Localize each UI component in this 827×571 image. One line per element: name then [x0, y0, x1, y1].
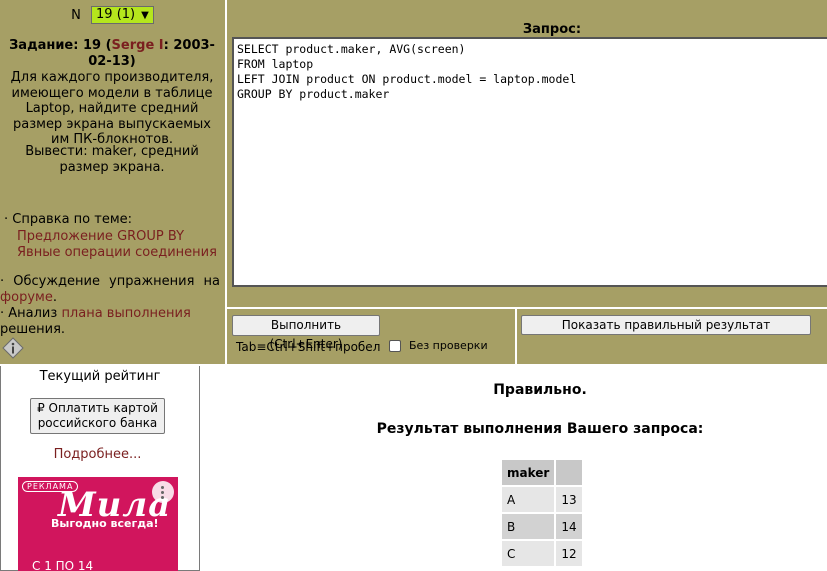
task-output-spec: Вывести: maker, средний размер экрана. [25, 144, 199, 175]
forum-link[interactable]: форуме [0, 290, 53, 305]
help-title: · Справка по теме: [4, 212, 133, 227]
result-status: Правильно. [493, 382, 587, 398]
help-link-group-by[interactable]: Предложение GROUP BY [17, 229, 184, 244]
table-cell: C [502, 541, 555, 566]
no-check-checkbox[interactable] [389, 339, 401, 352]
ad-slogan: Выгодно всегда! [51, 517, 159, 530]
plan-link[interactable]: плана выполнения [61, 306, 190, 321]
tab-hint: Tab≡Ctrl+Shift+пробел [236, 340, 381, 354]
table-cell: 13 [556, 487, 582, 512]
table-cell: 12 [556, 541, 582, 566]
table-row: B 14 [502, 514, 582, 539]
result-title: Результат выполнения Вашего запроса: [376, 421, 704, 437]
help-link-joins[interactable]: Явные операции соединения [17, 245, 217, 260]
no-check-option[interactable]: Без проверки [389, 339, 488, 352]
table-row: A 13 [502, 487, 582, 512]
no-check-label: Без проверки [409, 339, 488, 352]
show-result-panel: Показать правильный результат [517, 309, 827, 364]
column-header-avg [556, 460, 582, 485]
task-panel: N 19 (1) ▼ Задание: 19 (Serge I: 2003-02-… [0, 0, 225, 364]
info-icon[interactable] [2, 337, 24, 359]
rating-panel: Текущий рейтинг ₽ Оплатить картой россий… [0, 366, 200, 571]
task-number-select[interactable]: 19 (1) ▼ [91, 6, 154, 24]
author-link[interactable]: Serge I [112, 38, 164, 53]
more-vertical-icon[interactable] [152, 481, 174, 503]
query-editor[interactable]: SELECT product.maker, AVG(screen) FROM l… [232, 37, 827, 287]
task-selector-row: N 19 (1) ▼ [0, 6, 225, 24]
execute-panel: Выполнить (Ctrl+Enter) Tab≡Ctrl+Shift+пр… [227, 309, 515, 364]
forum-line: · Обсуждение упражнения на форуме. [0, 274, 220, 305]
task-title: Задание: 19 (Serge I: 2003-02-13) [9, 38, 215, 69]
chevron-down-icon: ▼ [141, 10, 149, 21]
pay-card-button[interactable]: ₽ Оплатить картой российского банка [30, 398, 165, 434]
execute-button[interactable]: Выполнить (Ctrl+Enter) [232, 315, 380, 351]
table-cell: 14 [556, 514, 582, 539]
show-correct-result-button[interactable]: Показать правильный результат [521, 315, 811, 335]
ad-banner[interactable]: РЕКЛАМА Мила Выгодно всегда! С 1 ПО 14 [18, 477, 178, 571]
table-cell: A [502, 487, 555, 512]
task-description: Для каждого производителя, имеющего моде… [10, 70, 214, 147]
query-panel: Запрос: SELECT product.maker, AVG(screen… [227, 0, 827, 307]
more-link[interactable]: Подробнее... [1, 447, 194, 462]
table-cell: B [502, 514, 555, 539]
result-table: maker A 13 B 14 C 12 [500, 458, 584, 568]
table-header-row: maker [502, 460, 582, 485]
column-header-maker: maker [502, 460, 555, 485]
result-area: Правильно. Результат выполнения Вашего з… [202, 366, 827, 571]
plan-line: · Анализ плана выполнения решения. [0, 306, 191, 337]
ad-date: С 1 ПО 14 [32, 559, 94, 571]
query-title: Запрос: [522, 22, 582, 37]
rating-title: Текущий рейтинг [39, 369, 161, 384]
table-row: C 12 [502, 541, 582, 566]
task-number-label: N [71, 7, 81, 23]
